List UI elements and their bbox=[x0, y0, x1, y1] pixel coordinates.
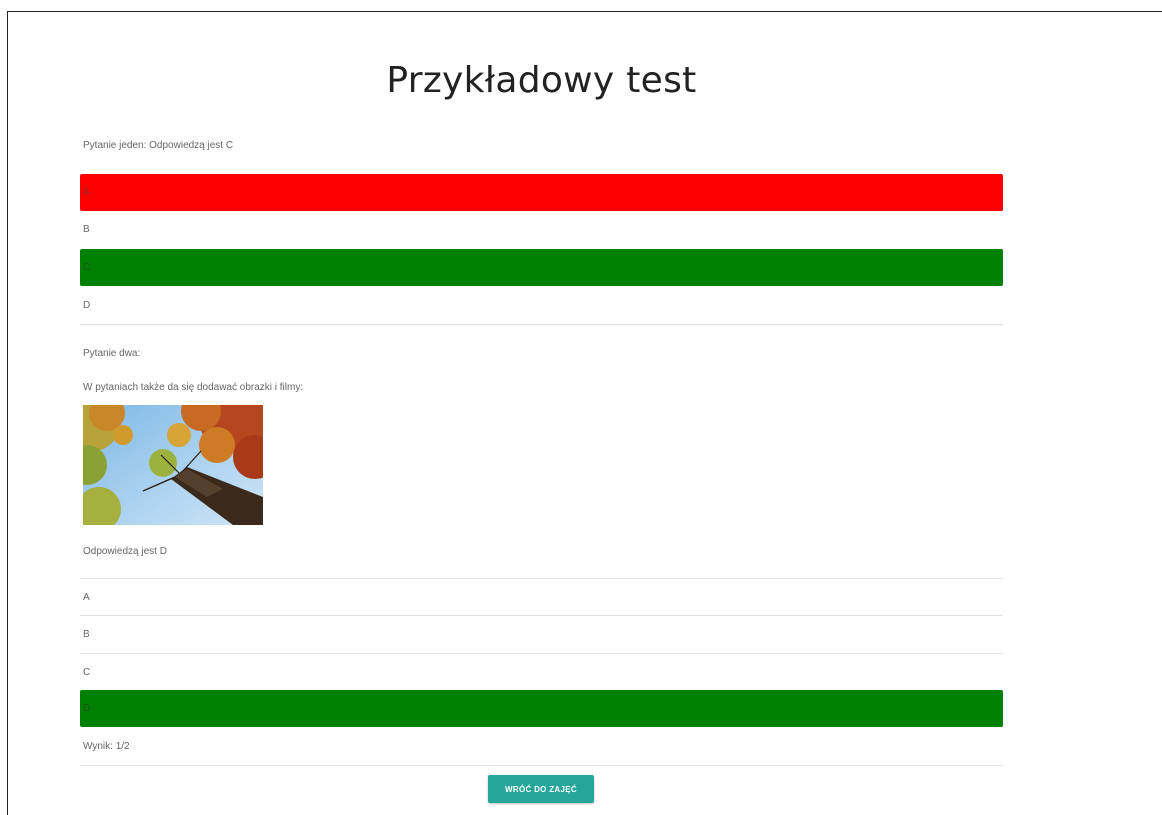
question-1-answer-a[interactable]: A bbox=[80, 174, 1003, 211]
answer-label: D bbox=[83, 703, 91, 714]
question-2-answer-d[interactable]: D bbox=[80, 690, 1003, 727]
answer-label: C bbox=[83, 666, 91, 678]
page-title: Przykładowy test bbox=[386, 60, 697, 101]
question-2-answer-b[interactable]: B bbox=[80, 615, 1003, 652]
question-divider bbox=[80, 324, 1003, 325]
question-1-answer-b[interactable]: B bbox=[80, 211, 1003, 248]
question-2-answer-c[interactable]: C bbox=[80, 653, 1003, 690]
answer-label: B bbox=[83, 628, 90, 640]
back-to-class-button[interactable]: WRÓĆ DO ZAJĘĆ bbox=[488, 775, 594, 803]
answer-label: A bbox=[83, 187, 90, 198]
question-1-answer-d[interactable]: D bbox=[80, 287, 1003, 324]
question-1-prompt: Pytanie jeden: Odpowiedzą jest C bbox=[83, 140, 234, 151]
question-2-note: W pytaniach także da się dodawać obrazki… bbox=[83, 382, 304, 393]
question-2-answer-a[interactable]: A bbox=[80, 578, 1003, 615]
answer-label: D bbox=[83, 300, 91, 311]
autumn-tree-photo bbox=[83, 405, 263, 525]
question-2-answer-text: Odpowiedzą jest D bbox=[83, 546, 167, 557]
question-1-answer-c[interactable]: C bbox=[80, 249, 1003, 286]
result-divider bbox=[80, 765, 1003, 766]
answer-label: B bbox=[83, 224, 90, 235]
answer-label: A bbox=[83, 591, 90, 603]
result-text: Wynik: 1/2 bbox=[83, 741, 130, 752]
answer-label: C bbox=[83, 262, 91, 273]
question-2-prompt: Pytanie dwa: bbox=[83, 348, 141, 359]
